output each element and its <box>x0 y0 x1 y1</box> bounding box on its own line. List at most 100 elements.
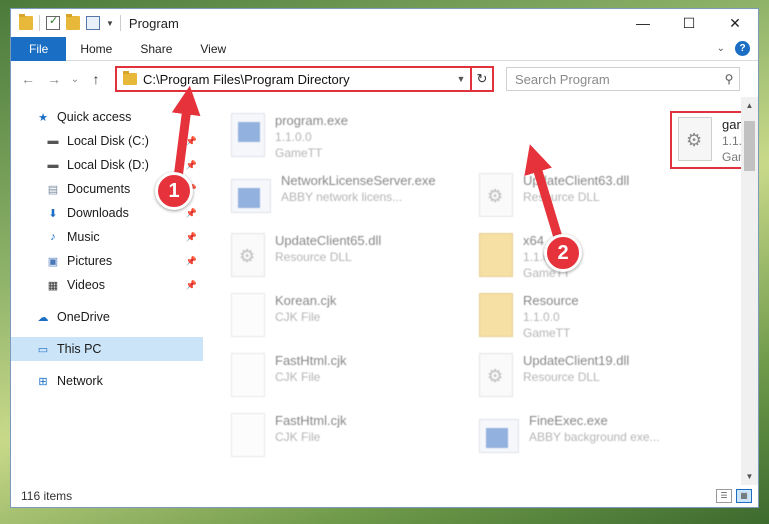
step-badge-1: 1 <box>155 172 193 210</box>
quick-access-toolbar: ▼ <box>11 14 121 31</box>
file-name: UpdateClient63.dll <box>523 173 630 188</box>
folder-icon <box>479 233 513 277</box>
sidebar-item-label: Videos <box>67 278 105 292</box>
details-view-button[interactable]: ☰ <box>716 489 732 503</box>
tab-view[interactable]: View <box>186 37 240 61</box>
new-folder-icon[interactable] <box>66 14 80 30</box>
file-name: FastHtml.cjk <box>275 353 347 368</box>
drive-icon: ▬ <box>47 135 59 147</box>
file-item[interactable]: program.exe 1.1.0.0 GameTT <box>225 109 461 165</box>
tiles-view-button[interactable]: ▦ <box>736 489 752 503</box>
search-icon[interactable]: ⚲ <box>719 72 739 86</box>
file-description: CJK File <box>275 430 321 444</box>
file-description: Resource DLL <box>275 250 352 264</box>
vertical-scrollbar[interactable]: ▲ ▼ <box>741 97 758 485</box>
pin-icon[interactable]: 📌 <box>186 160 197 171</box>
sidebar-item-network[interactable]: ⊞ Network <box>11 369 203 393</box>
address-dropdown-icon[interactable]: ▼ <box>452 74 470 84</box>
recent-locations-button[interactable]: ⌄ <box>69 68 81 90</box>
minimize-button[interactable]: — <box>620 9 666 37</box>
sidebar-item-label: Local Disk (D:) <box>67 158 149 172</box>
scroll-down-button[interactable]: ▼ <box>741 468 758 485</box>
refresh-button[interactable]: ↻ <box>472 66 494 92</box>
file-item[interactable]: UpdateClient19.dll Resource DLL <box>473 349 709 405</box>
computer-icon: ▭ <box>37 343 49 356</box>
sidebar-item-local-disk-c[interactable]: ▬ Local Disk (C:) 📌 <box>11 129 203 153</box>
expand-ribbon-icon[interactable]: ⌄ <box>717 43 725 54</box>
help-icon[interactable]: ? <box>735 41 750 56</box>
folder-icon <box>123 71 137 85</box>
sidebar-item-label: Documents <box>67 182 131 196</box>
navigation-bar: ← → ⌄ ↑ C:\Program Files\Program Directo… <box>11 61 758 97</box>
sidebar-item-this-pc[interactable]: ▭ This PC <box>11 337 203 361</box>
back-button[interactable]: ← <box>17 68 39 90</box>
scroll-up-button[interactable]: ▲ <box>741 97 758 114</box>
sidebar-item-label: OneDrive <box>57 310 110 324</box>
file-item[interactable]: UpdateClient63.dll Resource DLL <box>473 169 709 225</box>
folder-icon <box>479 293 513 337</box>
videos-icon: ▦ <box>47 279 59 292</box>
title-bar: ▼ Program — ☐ ✕ <box>11 9 758 37</box>
sidebar-item-label: Downloads <box>67 206 129 220</box>
file-description: ABBY background exe... <box>529 430 660 444</box>
file-company: GameTT <box>523 326 571 340</box>
file-item[interactable]: FineExec.exe ABBY background exe... <box>473 409 709 465</box>
up-button[interactable]: ↑ <box>85 68 107 90</box>
tab-share[interactable]: Share <box>126 37 186 61</box>
file-item[interactable]: UpdateClient65.dll Resource DLL <box>225 229 461 285</box>
step-badge-2: 2 <box>544 234 582 272</box>
scroll-thumb[interactable] <box>744 121 755 171</box>
file-name: program.exe <box>275 113 348 128</box>
file-item[interactable]: Korean.cjk CJK File <box>225 289 461 345</box>
file-description: Resource DLL <box>523 190 600 204</box>
file-name: Resource <box>523 293 579 308</box>
pin-icon[interactable]: 📌 <box>186 208 197 219</box>
downloads-icon: ⬇ <box>48 207 58 220</box>
pin-icon[interactable]: 📌 <box>186 256 197 267</box>
sidebar-item-onedrive[interactable]: ☁ OneDrive <box>11 305 203 329</box>
file-item[interactable]: FastHtml.cjk CJK File <box>225 349 461 405</box>
file-item[interactable]: NetworkLicenseServer.exe ABBY network li… <box>225 169 461 225</box>
pin-icon[interactable]: 📌 <box>186 136 197 147</box>
sidebar-item-label: Music <box>67 230 100 244</box>
pictures-icon: ▣ <box>47 255 59 268</box>
file-company: GameTT <box>275 146 323 160</box>
file-icon <box>231 293 265 337</box>
tab-file[interactable]: File <box>11 36 67 61</box>
file-version: 1.1.0.0 <box>275 130 312 144</box>
pin-icon[interactable]: 📌 <box>186 232 197 243</box>
customize-icon[interactable] <box>86 16 100 30</box>
sidebar-item-label: This PC <box>57 342 102 356</box>
close-button[interactable]: ✕ <box>712 9 758 37</box>
file-item[interactable]: Resource 1.1.0.0 GameTT <box>473 289 709 345</box>
file-description: CJK File <box>275 370 321 384</box>
customize-dropdown-icon[interactable]: ▼ <box>106 19 114 28</box>
tab-home[interactable]: Home <box>66 37 126 61</box>
file-icon <box>231 413 265 457</box>
sidebar-item-pictures[interactable]: ▣ Pictures 📌 <box>11 249 203 273</box>
forward-button[interactable]: → <box>43 68 65 90</box>
exe-file-icon <box>479 419 519 453</box>
exe-file-icon <box>231 113 265 157</box>
ribbon-tabs: File Home Share View ⌄ ? <box>11 36 758 61</box>
star-icon: ★ <box>38 111 48 124</box>
sidebar-item-quick-access[interactable]: ★ Quick access <box>11 105 203 129</box>
sidebar-item-videos[interactable]: ▦ Videos 📌 <box>11 273 203 297</box>
properties-check-icon[interactable] <box>46 14 60 30</box>
navigation-pane: ★ Quick access ▬ Local Disk (C:) 📌 ▬ Loc… <box>11 97 203 485</box>
file-item[interactable]: x64 1.1.0.0 GameTT <box>473 229 709 285</box>
sidebar-item-music[interactable]: ♪ Music 📌 <box>11 225 203 249</box>
file-item[interactable]: FastHtml.cjk CJK File <box>225 409 461 465</box>
music-icon: ♪ <box>50 231 56 243</box>
maximize-button[interactable]: ☐ <box>666 9 712 37</box>
sidebar-item-label: Local Disk (C:) <box>67 134 149 148</box>
address-bar[interactable]: C:\Program Files\Program Directory ▼ <box>115 66 472 92</box>
explorer-body: ★ Quick access ▬ Local Disk (C:) 📌 ▬ Loc… <box>11 97 758 485</box>
window-controls: — ☐ ✕ <box>620 9 758 37</box>
file-description: ABBY network licens... <box>281 190 403 204</box>
pin-icon[interactable]: 📌 <box>186 280 197 291</box>
search-box[interactable]: ⚲ <box>506 67 740 91</box>
search-input[interactable] <box>515 71 719 87</box>
window-title: Program <box>128 15 179 31</box>
folder-icon <box>19 14 33 30</box>
